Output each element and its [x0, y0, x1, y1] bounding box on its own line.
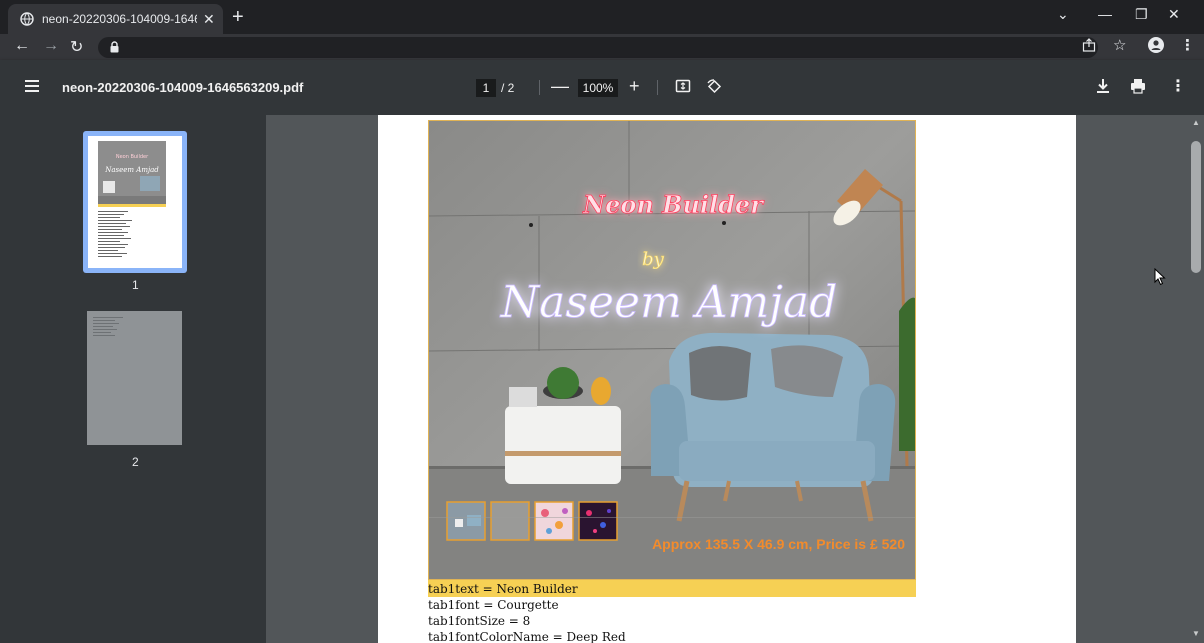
browser-toolbar: ← → ↻ ☆ ⋮ [0, 34, 1204, 60]
hamburger-menu-icon[interactable] [25, 80, 39, 92]
pdf-toolbar: neon-20220306-104009-1646563209.pdf 1 / … [0, 60, 1204, 115]
neon-preview-image: Neon Builder by Naseem Amjad Approx 135.… [428, 120, 916, 580]
config-line: tab1fontSize = 8 [428, 614, 531, 628]
neon-line-3: Naseem Amjad [500, 277, 838, 328]
tab-title: neon-20220306-104009-1646563209.pdf [42, 12, 197, 26]
thumbnail-label-1: 1 [132, 278, 139, 292]
scroll-down-arrow-icon[interactable]: ▼ [1192, 629, 1200, 638]
config-line: tab1text = Neon Builder [428, 582, 578, 596]
thumbnail-sidebar: Neon Builder Naseem Amjad 1 2 [0, 115, 266, 643]
back-button[interactable]: ← [14, 37, 30, 55]
forward-button[interactable]: → [43, 37, 59, 55]
zoom-in-button[interactable]: + [629, 76, 640, 97]
browser-tab[interactable]: neon-20220306-104009-1646563209.pdf ✕ [8, 4, 223, 34]
download-icon[interactable] [1096, 78, 1110, 94]
rotate-icon[interactable] [706, 78, 723, 95]
toolbar-divider [657, 80, 658, 95]
reload-button[interactable]: ↻ [70, 37, 83, 57]
lock-icon [110, 41, 119, 53]
fit-to-page-icon[interactable] [675, 78, 691, 94]
scrollbar-thumb[interactable] [1191, 141, 1201, 273]
thumbnail-label-2: 2 [132, 455, 139, 469]
close-window-button[interactable]: ✕ [1168, 6, 1180, 23]
address-bar[interactable] [98, 37, 1098, 58]
page-thumbnail-1[interactable]: Neon Builder Naseem Amjad [83, 131, 187, 273]
page-number-input[interactable]: 1 [476, 79, 496, 97]
scroll-up-arrow-icon[interactable]: ▲ [1192, 118, 1200, 127]
document-title: neon-20220306-104009-1646563209.pdf [62, 80, 304, 95]
page-thumbnail-2[interactable] [87, 311, 182, 445]
config-text: tab1text = Neon Builder tab1font = Courg… [428, 581, 626, 643]
bookmark-star-icon[interactable]: ☆ [1113, 36, 1126, 54]
zoom-level-input[interactable]: 100% [578, 79, 618, 97]
thumbnail-page-preview [93, 317, 123, 336]
tab-strip: neon-20220306-104009-1646563209.pdf ✕ + … [0, 0, 1204, 34]
profile-avatar[interactable] [1148, 37, 1164, 53]
share-icon[interactable] [1082, 38, 1096, 52]
mouse-cursor-icon [1154, 268, 1166, 286]
svg-text:Naseem Amjad: Naseem Amjad [104, 166, 159, 174]
neon-line-1: Neon Builder [582, 190, 765, 219]
pdf-page: Neon Builder by Naseem Amjad Approx 135.… [378, 115, 1076, 643]
pdf-viewer[interactable]: Neon Builder by Naseem Amjad Approx 135.… [266, 115, 1188, 643]
config-line: tab1font = Courgette [428, 598, 559, 612]
more-actions-icon[interactable]: ⋮ [1170, 76, 1186, 96]
thumbnail-page-preview: Neon Builder Naseem Amjad [98, 141, 166, 257]
browser-menu-icon[interactable]: ⋮ [1180, 36, 1195, 54]
restore-button[interactable]: ❐ [1135, 6, 1148, 23]
neon-line-2: by [642, 249, 665, 270]
zoom-out-button[interactable]: — [551, 76, 569, 97]
new-tab-button[interactable]: + [232, 6, 244, 28]
vertical-scrollbar[interactable]: ▲ ▼ [1188, 115, 1204, 643]
minimize-button[interactable]: — [1098, 6, 1112, 22]
price-label: Approx 135.5 X 46.9 cm, Price is £ 520 [652, 536, 905, 552]
page-total: / 2 [501, 81, 515, 95]
config-line: tab1fontColorName = Deep Red [428, 630, 626, 643]
toolbar-divider [539, 80, 540, 95]
tab-search-button[interactable]: ⌄ [1057, 6, 1069, 23]
tab-close-icon[interactable]: ✕ [203, 11, 215, 28]
svg-text:Neon Builder: Neon Builder [116, 154, 149, 160]
print-icon[interactable] [1130, 78, 1146, 94]
globe-icon [20, 12, 34, 26]
